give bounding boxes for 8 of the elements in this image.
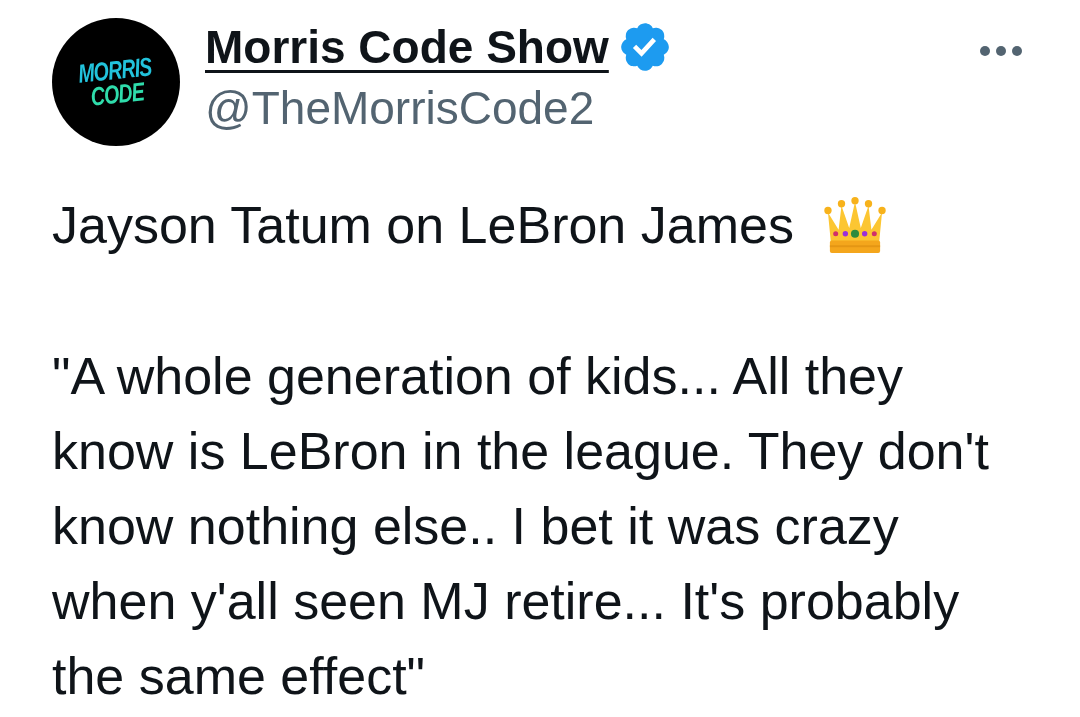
crown-icon bbox=[823, 197, 886, 253]
account-name[interactable]: Morris Code Show bbox=[205, 19, 609, 75]
more-icon bbox=[980, 46, 1022, 56]
headline-text: Jayson Tatum on LeBron James bbox=[52, 195, 794, 256]
avatar[interactable]: MORRIS CODE bbox=[52, 18, 180, 146]
quote-text: "A whole generation of kids... All they know is LeBron in the league. They don't know nothing else.. I bet it was crazy when y'all seen MJ retire... It's probably the same effect" bbox=[52, 346, 990, 707]
logo-text: MORRIS CODE bbox=[76, 54, 154, 110]
account-handle[interactable]: @TheMorrisCode2 bbox=[205, 80, 669, 136]
